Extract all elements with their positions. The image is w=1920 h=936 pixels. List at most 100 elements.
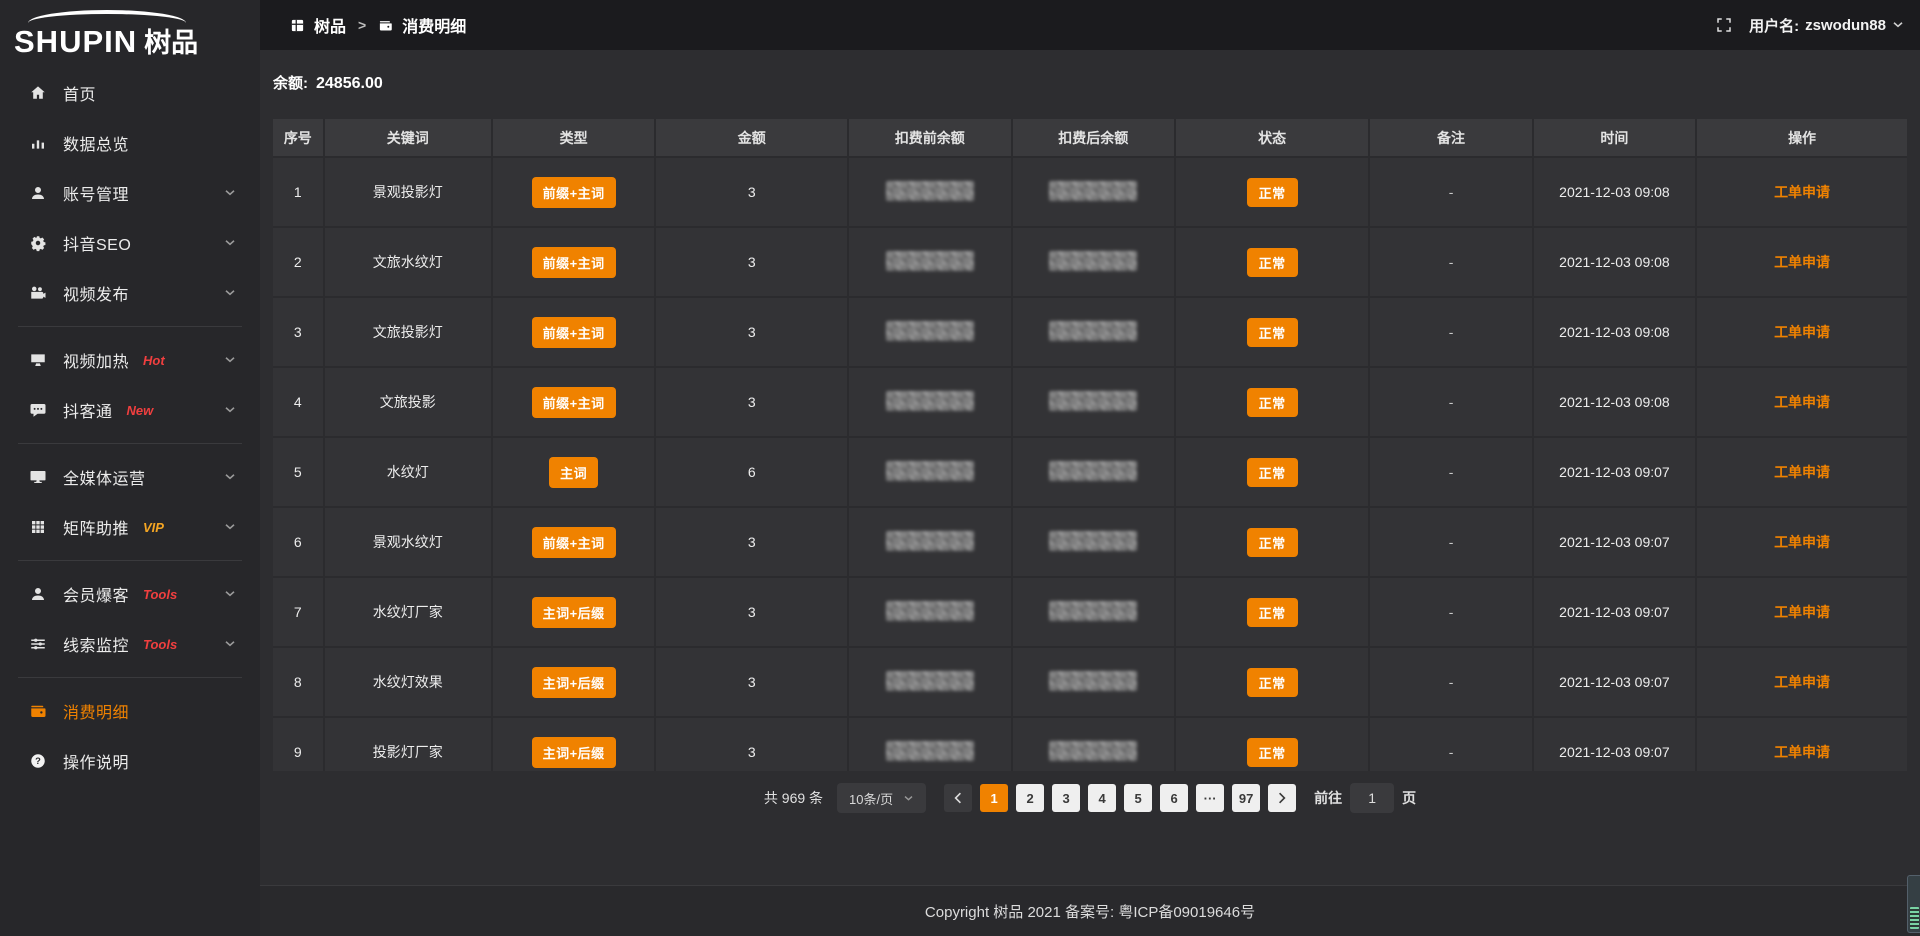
user-dropdown[interactable]: 用户名: zswodun88 (1749, 15, 1904, 36)
sidebar-item-consumption-detail[interactable]: 消费明细 (0, 686, 260, 736)
chevron-down-icon (224, 284, 236, 302)
page-button-3[interactable]: 3 (1052, 784, 1080, 812)
cell-amount: 3 (655, 507, 848, 577)
masked-balance-before (886, 391, 974, 411)
breadcrumb-separator: > (355, 17, 369, 33)
sidebar-item-label: 首页 (63, 81, 96, 105)
page-size-select[interactable]: 10条/页 (837, 783, 926, 813)
sidebar-item-matrix-boost[interactable]: 矩阵助推 VIP (0, 502, 260, 552)
sidebar-item-label: 会员爆客 (63, 582, 129, 606)
status-badge: 正常 (1247, 248, 1298, 277)
chevron-right-icon (1278, 792, 1286, 804)
cell-remark: - (1369, 437, 1532, 507)
action-link[interactable]: 工单申请 (1774, 324, 1830, 340)
sidebar-item-account[interactable]: 账号管理 (0, 168, 260, 218)
masked-balance-before (886, 671, 974, 691)
type-badge: 主词+后缀 (532, 737, 616, 768)
gear-icon (28, 233, 48, 253)
prev-page-button[interactable] (944, 784, 972, 812)
chevron-down-icon (224, 234, 236, 252)
masked-balance-after (1049, 741, 1137, 761)
cell-amount: 3 (655, 157, 848, 227)
masked-balance-before (886, 461, 974, 481)
sidebar-item-label: 全媒体运营 (63, 465, 146, 489)
cell-remark: - (1369, 367, 1532, 437)
page-button-5[interactable]: 5 (1124, 784, 1152, 812)
chat-widget[interactable] (1907, 875, 1920, 933)
page-button-6[interactable]: 6 (1160, 784, 1188, 812)
masked-balance-after (1049, 601, 1137, 621)
sidebar-item-douyin-seo[interactable]: 抖音SEO (0, 218, 260, 268)
balance-label: 余额: (273, 75, 308, 92)
sidebar-item-member-burst[interactable]: 会员爆客 Tools (0, 569, 260, 619)
goto-page-input[interactable] (1350, 783, 1394, 813)
balance: 余额:24856.00 (273, 72, 1907, 93)
cell-keyword: 水纹灯 (324, 437, 492, 507)
username-value: zswodun88 (1805, 17, 1886, 34)
cell-time: 2021-12-03 09:08 (1533, 297, 1696, 367)
action-link[interactable]: 工单申请 (1774, 674, 1830, 690)
user-icon (28, 584, 48, 604)
more-pages-button[interactable]: ··· (1196, 784, 1224, 812)
sidebar-item-lead-monitor[interactable]: 线索监控 Tools (0, 619, 260, 669)
cell-time: 2021-12-03 09:07 (1533, 507, 1696, 577)
page-size-value: 10条/页 (849, 789, 893, 808)
cell-keyword: 投影灯厂家 (324, 717, 492, 771)
sidebar-item-instructions[interactable]: ? 操作说明 (0, 736, 260, 786)
cell-keyword: 景观水纹灯 (324, 507, 492, 577)
sidebar-divider (18, 443, 242, 444)
next-page-button[interactable] (1268, 784, 1296, 812)
table-row: 5 水纹灯 主词 6 正常 - 2021-12-03 09:07 工单申请 (273, 437, 1907, 507)
sidebar-item-video-heat[interactable]: 视频加热 Hot (0, 335, 260, 385)
page-button-last[interactable]: 97 (1232, 784, 1260, 812)
sidebar-item-douketong[interactable]: 抖客通 New (0, 385, 260, 435)
cell-index: 3 (273, 297, 324, 367)
action-link[interactable]: 工单申请 (1774, 464, 1830, 480)
action-link[interactable]: 工单申请 (1774, 604, 1830, 620)
cell-amount: 3 (655, 227, 848, 297)
col-type: 类型 (492, 119, 655, 157)
pagination: 共 969 条 10条/页 1 2 3 4 5 6 ··· 97 前往 页 (273, 783, 1907, 813)
consumption-table: 序号 关键词 类型 金额 扣费前余额 扣费后余额 状态 备注 时间 操作 (273, 119, 1907, 771)
cell-remark: - (1369, 717, 1532, 771)
masked-balance-after (1049, 391, 1137, 411)
cell-index: 6 (273, 507, 324, 577)
cell-remark: - (1369, 647, 1532, 717)
status-badge: 正常 (1247, 318, 1298, 347)
logo-text-cn: 树品 (144, 21, 198, 60)
table-row: 1 景观投影灯 前缀+主词 3 正常 - 2021-12-03 09:08 工单… (273, 157, 1907, 227)
sidebar-item-label: 消费明细 (63, 699, 129, 723)
masked-balance-before (886, 321, 974, 341)
masked-balance-before (886, 181, 974, 201)
chevron-down-icon (224, 585, 236, 603)
sidebar-nav: 首页 数据总览 账号管理 抖音SEO 视频发布 (0, 66, 260, 936)
col-status: 状态 (1175, 119, 1369, 157)
action-link[interactable]: 工单申请 (1774, 254, 1830, 270)
sidebar-item-media-operation[interactable]: 全媒体运营 (0, 452, 260, 502)
cell-index: 4 (273, 367, 324, 437)
sidebar-item-video-publish[interactable]: 视频发布 (0, 268, 260, 318)
action-link[interactable]: 工单申请 (1774, 394, 1830, 410)
masked-balance-before (886, 531, 974, 551)
breadcrumb-home[interactable]: 树品 (314, 13, 346, 37)
chevron-down-icon (224, 468, 236, 486)
sidebar-item-label: 数据总览 (63, 131, 129, 155)
fullscreen-icon[interactable] (1715, 16, 1733, 34)
sidebar-item-label: 账号管理 (63, 181, 129, 205)
page-button-2[interactable]: 2 (1016, 784, 1044, 812)
page-button-4[interactable]: 4 (1088, 784, 1116, 812)
sidebar-item-home[interactable]: 首页 (0, 68, 260, 118)
status-badge: 正常 (1247, 388, 1298, 417)
sidebar-item-data-overview[interactable]: 数据总览 (0, 118, 260, 168)
main-column: 树品 > 消费明细 用户名: zswodun88 余额:24856.00 (260, 0, 1920, 936)
cell-time: 2021-12-03 09:07 (1533, 437, 1696, 507)
action-link[interactable]: 工单申请 (1774, 184, 1830, 200)
page-button-1[interactable]: 1 (980, 784, 1008, 812)
action-link[interactable]: 工单申请 (1774, 744, 1830, 760)
cell-remark: - (1369, 507, 1532, 577)
logo-text-en: SHUPIN (14, 24, 137, 60)
table-row: 2 文旅水纹灯 前缀+主词 3 正常 - 2021-12-03 09:08 工单… (273, 227, 1907, 297)
cell-time: 2021-12-03 09:08 (1533, 227, 1696, 297)
video-camera-icon (28, 283, 48, 303)
action-link[interactable]: 工单申请 (1774, 534, 1830, 550)
